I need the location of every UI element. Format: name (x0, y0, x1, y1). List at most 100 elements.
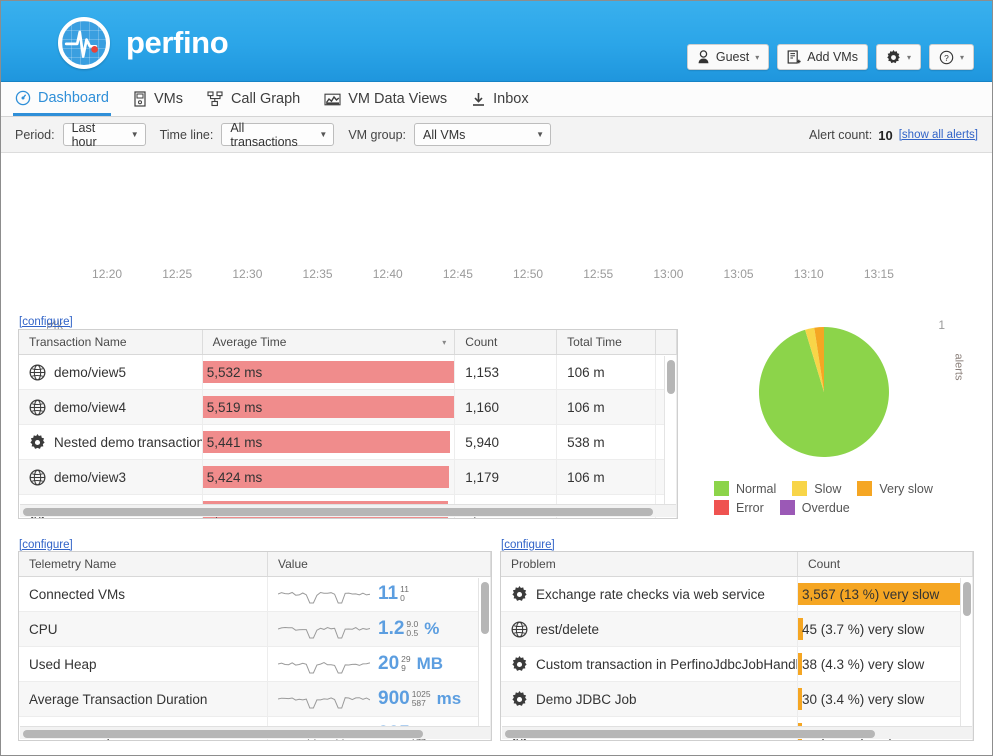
configure-link-problems[interactable]: [configure] (501, 539, 555, 551)
brand-logo: perfino (58, 17, 228, 69)
legend-label-slow: Slow (814, 482, 841, 496)
table-row[interactable]: Exchange rate checks via web service3,56… (501, 577, 973, 612)
telemetry-unit: ms (437, 689, 462, 709)
pie-chart-svg[interactable] (758, 326, 890, 458)
cell-count: 1,179 (455, 460, 557, 494)
vmgroup-select[interactable]: All VMs ▼ (414, 123, 551, 146)
average-time-bar: 5,424 ms (203, 466, 449, 488)
tab-call-graph[interactable]: Call Graph (205, 82, 302, 116)
col-problem-count[interactable]: Count (798, 552, 973, 576)
col-spacer (656, 330, 677, 354)
legend-swatch-normal (714, 481, 729, 496)
table-row[interactable]: demo/view45,519 ms1,160106 m (19, 390, 677, 425)
tab-dashboard[interactable]: Dashboard (13, 82, 111, 116)
chevron-down-icon: ▼ (131, 130, 139, 139)
filter-bar: Period: Last hour ▼ Time line: All trans… (1, 117, 992, 153)
cell-telemetry-value: 1.29.00.5% (268, 612, 491, 646)
telemetry-unit: MB (417, 654, 443, 674)
pie-legend-row-2: Error Overdue (714, 500, 984, 515)
legend-item-very-slow[interactable]: Very slow (857, 481, 933, 496)
table-row[interactable]: rest/delete45 (3.7 %) very slow (501, 612, 973, 647)
table-row[interactable]: Custom transaction in PerfinoJdbcJobHand… (501, 647, 973, 682)
legend-item-error[interactable]: Error (714, 500, 764, 515)
cell-telemetry-value: 11110 (268, 577, 491, 611)
xtick-12-55: 12:55 (573, 267, 623, 281)
telemetry-hscrollbar[interactable] (20, 726, 490, 739)
legend-item-normal[interactable]: Normal (714, 481, 776, 496)
xtick-12-35: 12:35 (293, 267, 343, 281)
timeline-chart-svg[interactable] (1, 153, 992, 301)
col-telemetry-name[interactable]: Telemetry Name (19, 552, 268, 576)
table-row[interactable]: Used Heap 20299MB (19, 647, 491, 682)
telemetry-unit: % (424, 619, 439, 639)
col-average-time[interactable]: Average Time ▾ (203, 330, 456, 354)
telemetry-value: 9001025587ms (378, 688, 461, 710)
configure-link-telemetry[interactable]: [configure] (19, 539, 73, 551)
timeline-select[interactable]: All transactions ▼ (221, 123, 334, 146)
timeline-chart[interactable]: trans. / m alerts 4k 2k 1 12:2012:2512:3… (1, 153, 992, 301)
period-select[interactable]: Last hour ▼ (63, 123, 146, 146)
xtick-12-40: 12:40 (363, 267, 413, 281)
problems-hscrollbar[interactable] (502, 726, 972, 739)
transactions-header: Transaction Name Average Time ▾ Count To… (19, 330, 677, 355)
col-count[interactable]: Count (455, 330, 557, 354)
tab-inbox[interactable]: Inbox (469, 82, 530, 116)
pie-legend-row-1: Normal Slow Very slow (714, 481, 984, 496)
table-row[interactable]: CPU1.29.00.5% (19, 612, 491, 647)
cell-total-time: 106 m (557, 460, 656, 494)
col-problem[interactable]: Problem (501, 552, 798, 576)
tab-vm-data-views[interactable]: VM Data Views (322, 82, 449, 116)
telemetry-vscrollbar[interactable] (478, 578, 490, 726)
table-row[interactable]: Connected VMs11110 (19, 577, 491, 612)
cell-problem-name: Custom transaction in PerfinoJdbcJobHand… (501, 647, 798, 681)
transactions-panel: Transaction Name Average Time ▾ Count To… (18, 329, 678, 519)
show-all-alerts-link[interactable]: [show all alerts] (899, 129, 978, 141)
transaction-name-label: demo/view3 (54, 470, 126, 485)
user-icon (697, 50, 710, 64)
transactions-hscrollbar[interactable] (20, 504, 676, 517)
table-row[interactable]: Nested demo transaction5,441 ms5,940538 … (19, 425, 677, 460)
chevron-down-icon: ▾ (755, 53, 759, 62)
table-row[interactable]: demo/view3 5,424 ms 1,179106 m (19, 460, 677, 495)
table-row[interactable]: Demo JDBC Job30 (3.4 %) very slow (501, 682, 973, 717)
col-telemetry-value[interactable]: Value (268, 552, 491, 576)
timeline-value: All transactions (230, 121, 309, 149)
problems-rows: Exchange rate checks via web service3,56… (501, 577, 973, 741)
telemetry-min: 0.5 (406, 629, 418, 638)
tab-vms[interactable]: VMs (131, 82, 185, 116)
transactions-vscrollbar[interactable] (664, 356, 676, 504)
cell-problem-count: 38 (4.3 %) very slow (798, 647, 973, 681)
brand-name: perfino (126, 25, 228, 61)
alert-count-value: 10 (878, 128, 892, 143)
table-row[interactable]: demo/view55,532 ms1,153106 m (19, 355, 677, 390)
gear-icon (511, 691, 528, 708)
chart-y2label: alerts (952, 354, 964, 381)
xtick-12-25: 12:25 (152, 267, 202, 281)
app-header: perfino Guest ▾ Add (1, 1, 992, 82)
svg-text:?: ? (944, 52, 949, 62)
chevron-down-icon: ▼ (319, 130, 327, 139)
help-button[interactable]: ? ▾ (929, 44, 974, 70)
pie-legend: Normal Slow Very slow Error Ov (714, 481, 984, 519)
tab-vms-label: VMs (154, 91, 183, 107)
col-total-time[interactable]: Total Time (557, 330, 656, 354)
guest-account-button[interactable]: Guest ▾ (687, 44, 769, 70)
gear-icon (511, 586, 528, 603)
legend-item-overdue[interactable]: Overdue (780, 500, 850, 515)
legend-item-slow[interactable]: Slow (792, 481, 841, 496)
help-icon: ? (939, 50, 954, 65)
telemetry-rows: Connected VMs11110CPU1.29.00.5%Used Heap… (19, 577, 491, 741)
problem-count-label: 3,567 (13 %) very slow (798, 587, 939, 602)
gear-icon (29, 434, 46, 451)
settings-button[interactable]: ▾ (876, 44, 921, 70)
cell-telemetry-name: Used Heap (19, 647, 268, 681)
problems-vscrollbar[interactable] (960, 578, 972, 726)
table-row[interactable]: Average Transaction Duration9001025587ms (19, 682, 491, 717)
col-transaction-name[interactable]: Transaction Name (19, 330, 203, 354)
xtick-13-10: 13:10 (784, 267, 834, 281)
configure-link-transactions[interactable]: [configure] (19, 316, 73, 328)
xtick-13-00: 13:00 (643, 267, 693, 281)
add-vms-button[interactable]: Add VMs (777, 44, 868, 70)
col-average-time-label: Average Time (213, 335, 287, 349)
telemetry-value: 20299MB (378, 653, 443, 675)
